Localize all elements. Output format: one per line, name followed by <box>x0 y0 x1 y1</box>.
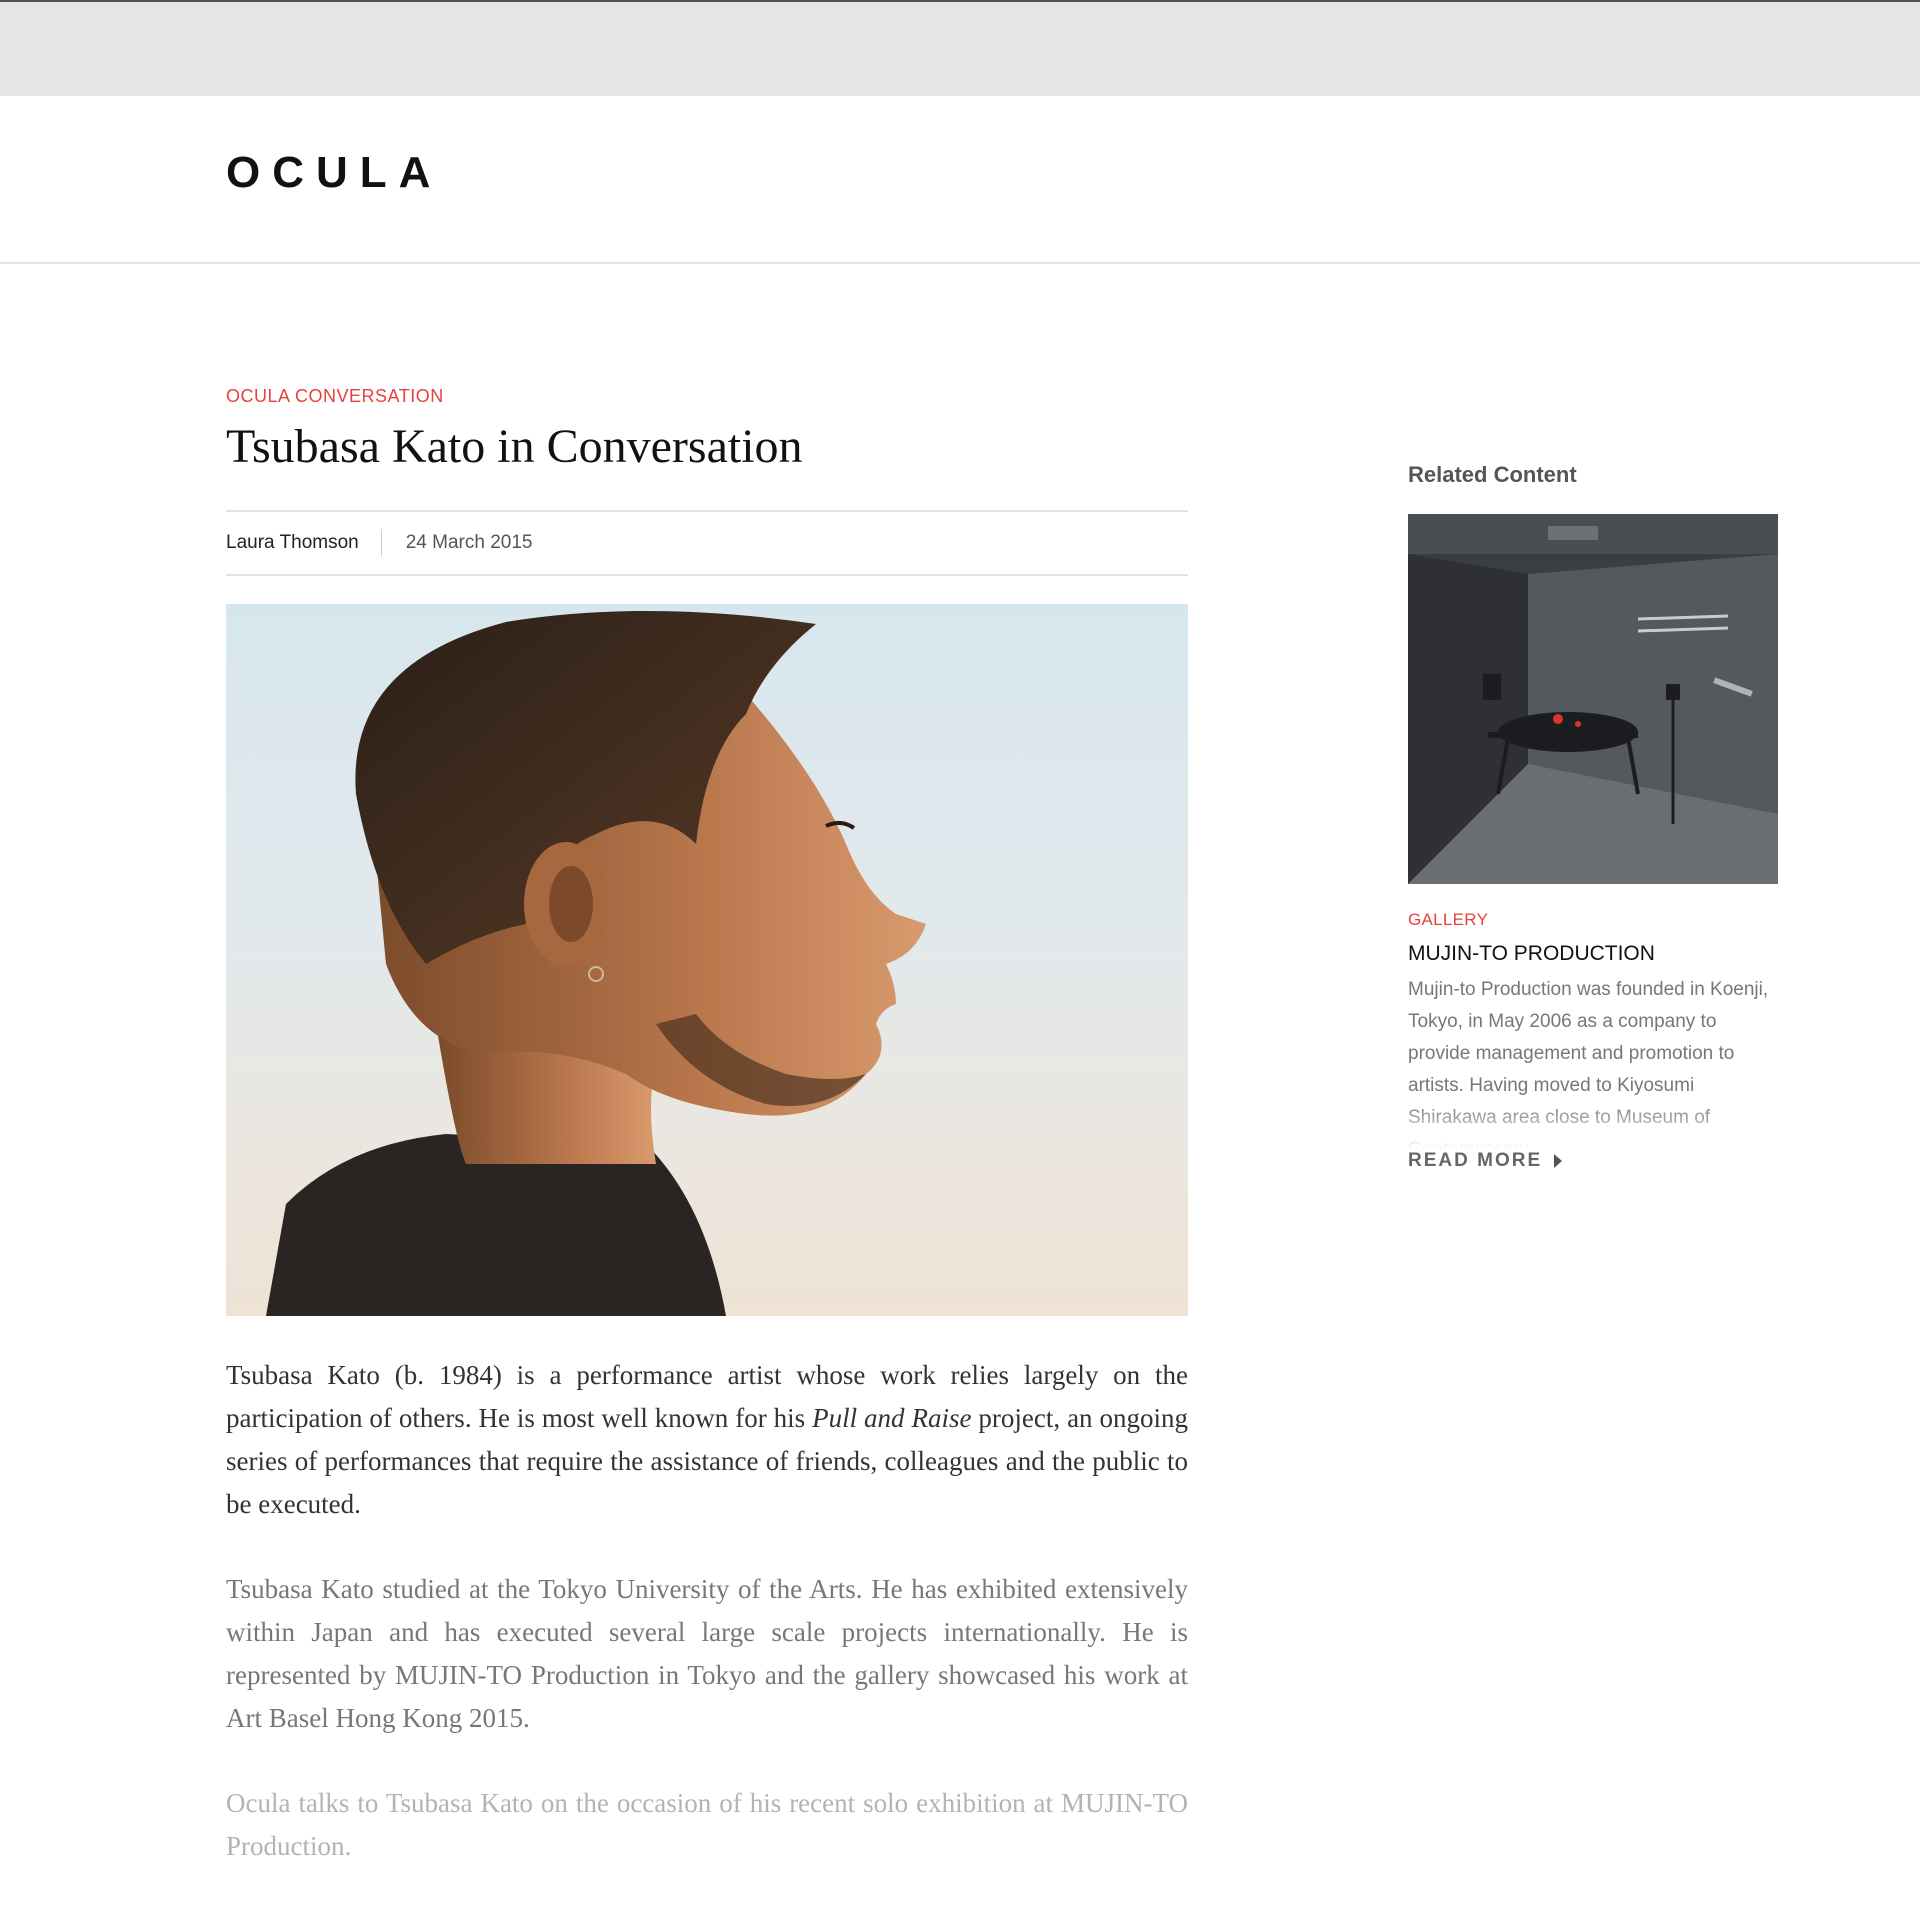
author-link[interactable]: Laura Thomson <box>226 528 382 557</box>
related-content-heading: Related Content <box>1408 462 1577 487</box>
hero-portrait-image <box>226 603 1188 1316</box>
browser-top-strip <box>0 0 1920 96</box>
article: OCULA CONVERSATION Tsubasa Kato in Conve… <box>226 386 1188 1868</box>
card-title[interactable]: MUJIN-TO PRODUCTION <box>1408 942 1778 966</box>
gallery-thumbnail-image[interactable] <box>1408 514 1778 884</box>
card-kicker: GALLERY <box>1408 910 1489 929</box>
gallery-interior-illustration <box>1408 514 1778 884</box>
publish-date: 24 March 2015 <box>405 531 533 553</box>
article-paragraph-1: Tsubasa Kato (b. 1984) is a performance … <box>226 1354 1188 1526</box>
project-title-italic: Pull and Raise <box>812 1402 972 1433</box>
article-title: Tsubasa Kato in Conversation <box>226 420 803 473</box>
related-content-sidebar: Related Content GALLERY MUJIN-TO PRODUCT… <box>1408 462 1778 1172</box>
caret-right-icon <box>1554 1154 1563 1168</box>
site-header: OCULA <box>0 96 1920 264</box>
article-paragraph-3: Ocula talks to Tsubasa Kato on the occas… <box>226 1787 1188 1861</box>
read-more-link[interactable]: READ MORE <box>1408 1150 1563 1172</box>
article-paragraph-2: Tsubasa Kato studied at the Tokyo Univer… <box>226 1573 1188 1733</box>
article-meta: Laura Thomson 24 March 2015 <box>226 509 1188 576</box>
article-kicker[interactable]: OCULA CONVERSATION <box>226 386 1188 407</box>
read-more-label: READ MORE <box>1408 1150 1543 1171</box>
card-description: Mujin-to Production was founded in Koenj… <box>1408 974 1778 1150</box>
ocula-logo[interactable]: OCULA <box>226 148 442 198</box>
portrait-illustration <box>266 610 926 1316</box>
